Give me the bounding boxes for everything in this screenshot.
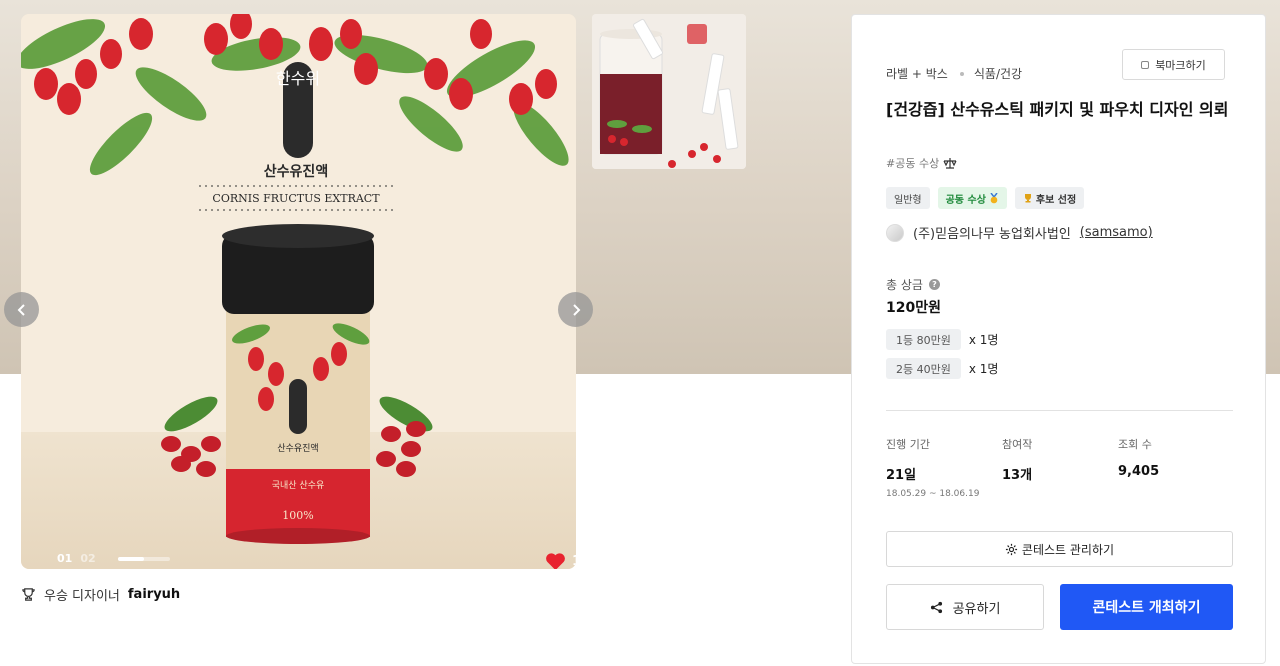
- prize-heading: 총 상금 ?: [886, 276, 940, 293]
- badge-candidate-label: 후보 선정: [1035, 194, 1077, 206]
- category-separator: [959, 71, 964, 76]
- stat-views-value: 9,405: [1118, 464, 1160, 479]
- stat-entries-value: 13개: [1002, 468, 1033, 483]
- stat-entries: 참여작 13개: [1002, 436, 1032, 483]
- image-pager: 01 02: [57, 552, 170, 565]
- share-label: 공유하기: [952, 601, 1001, 617]
- bookmark-label: 북마크하기: [1155, 58, 1206, 72]
- stat-period-dates: 18.05.29 ~ 18.06.19: [886, 489, 980, 499]
- prize-label: 총 상금: [886, 278, 923, 292]
- company-info: (주)믿음의나무 농업회사법인 (samsamo): [886, 223, 1153, 242]
- like-button[interactable]: 16: [545, 552, 576, 569]
- hashtag[interactable]: #공동 수상: [886, 155, 957, 171]
- contest-info-panel: 라벨 + 박스 식품/건강 북마크하기 [건강즙] 산수유스틱 패키지 및 파우…: [851, 14, 1266, 664]
- product-name-ko: 산수유진액: [264, 163, 328, 180]
- prize-count: x 1명: [968, 333, 999, 347]
- host-contest-button[interactable]: 콘테스트 개최하기: [1060, 584, 1233, 630]
- prev-image-button[interactable]: [4, 292, 39, 327]
- bookmark-icon: [1141, 60, 1150, 69]
- share-icon: [930, 601, 942, 613]
- prize-rank-chip: 2등 40만원: [886, 358, 961, 379]
- pager-progress-bar: [117, 556, 170, 561]
- badge-general-label: 일반형: [894, 194, 922, 206]
- medal-icon: [990, 192, 998, 203]
- prize-rank-chip: 1등 80만원: [886, 329, 961, 350]
- company-avatar[interactable]: [886, 223, 904, 242]
- company-handle-link[interactable]: (samsamo): [1080, 225, 1153, 240]
- category-breadcrumb: 라벨 + 박스 식품/건강: [886, 65, 1022, 82]
- prize-total: 120만원: [886, 300, 941, 316]
- next-image-button[interactable]: [558, 292, 593, 327]
- product-name-en: CORNIS FRUCTUS EXTRACT: [212, 192, 380, 205]
- brand-vertical-text: 한수위: [276, 69, 320, 88]
- like-count: 16: [572, 554, 576, 569]
- can-product-name: 산수유진액: [277, 442, 318, 454]
- gear-icon: [1005, 543, 1017, 555]
- trophy-icon: [1024, 194, 1031, 203]
- contest-title: [건강즙] 산수유스틱 패키지 및 파우치 디자인 의뢰: [886, 100, 1229, 119]
- stat-entries-label: 참여작: [1002, 438, 1033, 451]
- stat-period-label: 진행 기간: [886, 438, 930, 451]
- can-percent-text: 100%: [282, 509, 313, 522]
- product-illustration: 한수위 산수유진액 CORNIS FRUCTUS EXTRACT 산수유진액 국…: [21, 14, 576, 569]
- main-product-image[interactable]: 한수위 산수유진액 CORNIS FRUCTUS EXTRACT 산수유진액 국…: [21, 14, 576, 569]
- share-button[interactable]: 공유하기: [886, 584, 1044, 630]
- heart-icon: [546, 553, 565, 569]
- category-secondary[interactable]: 식품/건강: [974, 65, 1022, 82]
- winner-label: 우승 디자이너: [44, 589, 120, 604]
- prize-row-second: 2등 40만원 x 1명: [886, 358, 998, 379]
- winner-name[interactable]: fairyuh: [128, 587, 180, 602]
- thumbnail-image[interactable]: [592, 14, 746, 169]
- can-origin-text: 국내산 산수유: [272, 480, 325, 491]
- trophy-icon: [22, 588, 35, 601]
- hashtag-text: #공동 수상: [886, 157, 940, 170]
- pager-total: 02: [80, 552, 96, 565]
- stat-views: 조회 수 9,405: [1118, 436, 1159, 479]
- pager-progress-fill: [117, 556, 144, 561]
- panel-divider: [886, 410, 1233, 411]
- stat-period-value: 21일: [886, 468, 917, 483]
- scale-icon: [943, 158, 957, 169]
- stat-views-label: 조회 수: [1118, 438, 1152, 451]
- winner-designer: 우승 디자이너 fairyuh: [21, 585, 180, 604]
- badge-candidate: 후보 선정: [1014, 187, 1085, 209]
- pager-current: 01: [57, 552, 73, 565]
- category-primary[interactable]: 라벨 + 박스: [886, 65, 948, 82]
- prize-row-first: 1등 80만원 x 1명: [886, 329, 998, 350]
- stat-period: 진행 기간 21일 18.05.29 ~ 18.06.19: [886, 436, 979, 499]
- bookmark-button[interactable]: 북마크하기: [1122, 49, 1225, 80]
- company-name: (주)믿음의나무 농업회사법인: [913, 227, 1071, 242]
- manage-contest-button[interactable]: 콘테스트 관리하기: [886, 531, 1233, 567]
- badge-joint-label: 공동 수상: [945, 194, 986, 206]
- help-icon[interactable]: ?: [928, 279, 940, 290]
- badge-general: 일반형: [886, 187, 930, 209]
- chevron-right-icon: [572, 303, 580, 316]
- prize-count: x 1명: [968, 362, 999, 376]
- host-contest-label: 콘테스트 개최하기: [1092, 600, 1201, 616]
- manage-contest-label: 콘테스트 관리하기: [1021, 542, 1115, 557]
- thumbnail-illustration: [592, 14, 746, 169]
- badge-joint-award: 공동 수상: [937, 187, 1007, 209]
- chevron-left-icon: [17, 303, 25, 316]
- badge-list: 일반형 공동 수상 후보 선정: [886, 187, 1085, 209]
